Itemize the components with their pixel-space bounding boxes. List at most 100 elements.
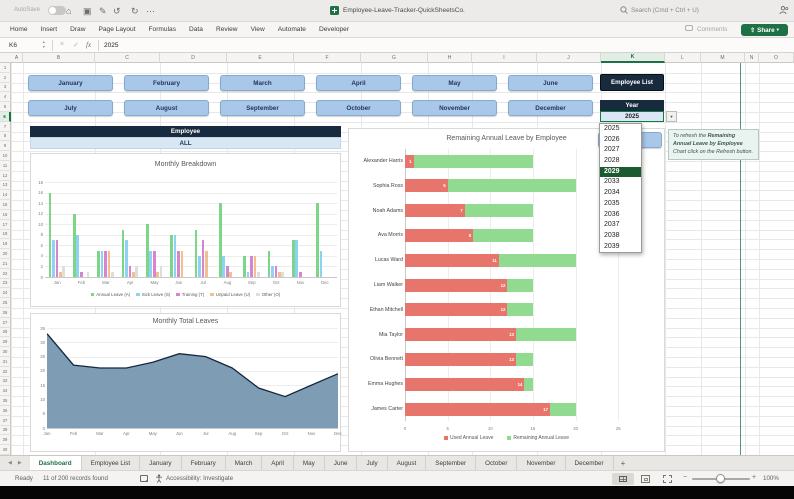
column-header-C[interactable]: C bbox=[95, 53, 160, 63]
name-box[interactable]: K6 bbox=[9, 42, 17, 49]
row-header-36[interactable]: 36 bbox=[0, 406, 11, 416]
ribbon-tab-draw[interactable]: Draw bbox=[70, 22, 85, 38]
formula-input[interactable]: 2025 bbox=[104, 42, 118, 49]
row-header-9[interactable]: 9 bbox=[0, 141, 11, 152]
column-header-O[interactable]: O bbox=[759, 53, 794, 63]
row-header-17[interactable]: 17 bbox=[0, 219, 11, 230]
column-header-K[interactable]: K bbox=[601, 53, 665, 63]
row-header-34[interactable]: 34 bbox=[0, 386, 11, 397]
column-header-M[interactable]: M bbox=[701, 53, 745, 63]
redo-icon[interactable]: ↻ bbox=[131, 5, 139, 17]
row-header-39[interactable]: 39 bbox=[0, 435, 11, 446]
tab-scroll-left-icon[interactable]: ◀ bbox=[0, 456, 16, 470]
row-header-4[interactable]: 4 bbox=[0, 92, 11, 103]
employee-list-button[interactable]: Employee List bbox=[600, 74, 664, 91]
row-header-7[interactable]: 7 bbox=[0, 121, 11, 132]
sheet-tab-october[interactable]: October bbox=[476, 456, 518, 470]
year-option-2027[interactable]: 2027 bbox=[600, 145, 641, 156]
column-header-E[interactable]: E bbox=[227, 53, 294, 63]
year-option-2036[interactable]: 2036 bbox=[600, 210, 641, 221]
row-header-12[interactable]: 12 bbox=[0, 170, 11, 181]
sheet-tab-february[interactable]: February bbox=[182, 456, 226, 470]
column-header-G[interactable]: G bbox=[361, 53, 428, 63]
ribbon-tab-home[interactable]: Home bbox=[10, 22, 28, 38]
ribbon-tab-view[interactable]: View bbox=[251, 22, 265, 38]
row-header-28[interactable]: 28 bbox=[0, 327, 11, 338]
year-option-2025[interactable]: 2025 bbox=[600, 124, 641, 135]
year-option-2034[interactable]: 2034 bbox=[600, 188, 641, 199]
year-option-2033[interactable]: 2033 bbox=[600, 177, 641, 188]
row-header-38[interactable]: 38 bbox=[0, 425, 11, 436]
row-header-2[interactable]: 2 bbox=[0, 72, 11, 83]
sheet-tab-november[interactable]: November bbox=[517, 456, 566, 470]
zoom-level[interactable]: 100% bbox=[763, 475, 779, 482]
column-header-A[interactable]: A bbox=[11, 53, 23, 63]
save-icon[interactable]: ▣ bbox=[83, 5, 92, 17]
macro-record-icon[interactable] bbox=[140, 475, 148, 482]
month-button-march[interactable]: March bbox=[220, 75, 305, 91]
autosave-toggle[interactable] bbox=[48, 6, 66, 15]
row-header-5[interactable]: 5 bbox=[0, 102, 11, 112]
row-header-33[interactable]: 33 bbox=[0, 376, 11, 387]
sheet-tab-june[interactable]: June bbox=[325, 456, 358, 470]
ribbon-tab-page-layout[interactable]: Page Layout bbox=[98, 22, 135, 38]
row-header-32[interactable]: 32 bbox=[0, 366, 11, 377]
name-box-stepper[interactable]: ▲ ▼ bbox=[42, 40, 46, 50]
ribbon-tab-insert[interactable]: Insert bbox=[41, 22, 58, 38]
row-header-21[interactable]: 21 bbox=[0, 259, 11, 269]
normal-view-button[interactable] bbox=[612, 473, 634, 485]
month-button-november[interactable]: November bbox=[412, 100, 497, 116]
month-button-january[interactable]: January bbox=[28, 75, 113, 91]
home-icon[interactable]: ⌂ bbox=[66, 5, 71, 17]
ribbon-tab-data[interactable]: Data bbox=[189, 22, 203, 38]
column-header-D[interactable]: D bbox=[160, 53, 227, 63]
sheet-tab-march[interactable]: March bbox=[226, 456, 263, 470]
row-header-35[interactable]: 35 bbox=[0, 396, 11, 406]
month-button-april[interactable]: April bbox=[316, 75, 401, 91]
year-option-2029[interactable]: 2029 bbox=[600, 166, 641, 178]
column-header-L[interactable]: L bbox=[665, 53, 701, 63]
search-input[interactable]: Search (Cmd + Ctrl + U) bbox=[631, 7, 699, 14]
comments-button[interactable]: Comments bbox=[697, 24, 727, 36]
year-option-2037[interactable]: 2037 bbox=[600, 220, 641, 231]
row-header-8[interactable]: 8 bbox=[0, 131, 11, 142]
ribbon-tab-formulas[interactable]: Formulas bbox=[149, 22, 176, 38]
undo-icon[interactable]: ↺ bbox=[113, 5, 121, 17]
row-header-13[interactable]: 13 bbox=[0, 180, 11, 191]
sheet-tab-august[interactable]: August bbox=[388, 456, 427, 470]
row-header-19[interactable]: 19 bbox=[0, 239, 11, 250]
row-header-31[interactable]: 31 bbox=[0, 357, 11, 367]
year-option-2035[interactable]: 2035 bbox=[600, 199, 641, 210]
column-header-B[interactable]: B bbox=[23, 53, 95, 63]
enter-icon[interactable]: ✓ bbox=[73, 41, 79, 49]
month-button-may[interactable]: May bbox=[412, 75, 497, 91]
cancel-icon[interactable]: × bbox=[60, 41, 64, 48]
row-header-1[interactable]: 1 bbox=[0, 63, 11, 73]
share-button[interactable]: ⇧ Share ▾ bbox=[741, 24, 788, 36]
ribbon-tab-automate[interactable]: Automate bbox=[278, 22, 306, 38]
add-sheet-button[interactable]: + bbox=[614, 456, 633, 470]
year-option-2028[interactable]: 2028 bbox=[600, 156, 641, 167]
year-value-cell[interactable]: 2025 bbox=[600, 111, 664, 122]
more-commands-icon[interactable]: ⋯ bbox=[146, 5, 155, 17]
sheet-tab-dashboard[interactable]: Dashboard bbox=[29, 456, 82, 470]
year-option-2039[interactable]: 2039 bbox=[600, 242, 641, 253]
sheet-tab-april[interactable]: April bbox=[262, 456, 294, 470]
sheet-tab-july[interactable]: July bbox=[357, 456, 388, 470]
row-header-25[interactable]: 25 bbox=[0, 298, 11, 308]
row-header-24[interactable]: 24 bbox=[0, 288, 11, 299]
accessibility-status[interactable]: Accessibility: Investigate bbox=[166, 475, 233, 482]
row-header-29[interactable]: 29 bbox=[0, 337, 11, 348]
row-header-6[interactable]: 6 bbox=[0, 112, 11, 122]
row-header-26[interactable]: 26 bbox=[0, 308, 11, 318]
row-header-27[interactable]: 27 bbox=[0, 317, 11, 328]
column-header-F[interactable]: F bbox=[294, 53, 361, 63]
tab-scroll-right-icon[interactable]: ▶ bbox=[16, 456, 30, 470]
row-header-16[interactable]: 16 bbox=[0, 210, 11, 220]
ribbon-tab-developer[interactable]: Developer bbox=[319, 22, 349, 38]
month-button-june[interactable]: June bbox=[508, 75, 593, 91]
month-button-october[interactable]: October bbox=[316, 100, 401, 116]
month-button-february[interactable]: February bbox=[124, 75, 209, 91]
row-header-23[interactable]: 23 bbox=[0, 278, 11, 289]
people-icon[interactable] bbox=[779, 5, 789, 15]
